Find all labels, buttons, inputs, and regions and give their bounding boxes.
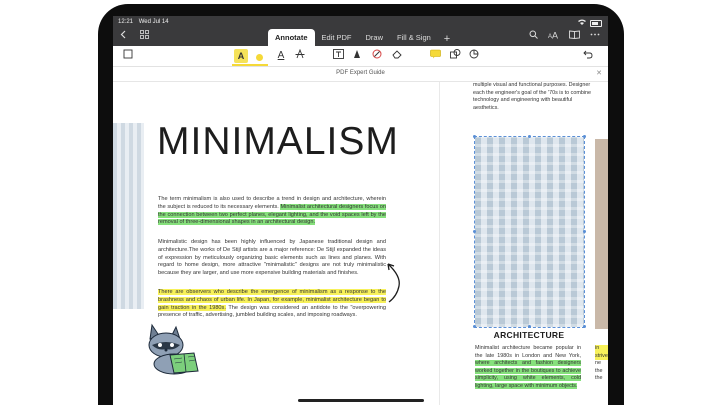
pen-icon[interactable] <box>350 49 364 64</box>
ipad-screen: 12:21 Wed Jul 14 Annotate Edit PDF Draw … <box>113 16 608 405</box>
more-icon[interactable] <box>590 30 600 41</box>
resize-handle[interactable] <box>473 230 476 233</box>
mode-tabs: Annotate Edit PDF Draw Fill & Sign + <box>268 27 456 46</box>
page-title: MINIMALISM <box>157 120 399 163</box>
color-dot-icon[interactable] <box>256 54 263 61</box>
building-image-left <box>113 123 144 309</box>
status-icons <box>578 19 602 27</box>
reader-icon[interactable] <box>569 30 580 41</box>
edge-line: strive <box>595 352 608 361</box>
right-page-top-text[interactable]: multiple visual and functional purposes.… <box>473 82 599 112</box>
status-bar: 12:21 Wed Jul 14 <box>118 19 173 25</box>
green-highlight-right[interactable]: where architects and fashion designers w… <box>475 360 581 389</box>
document-title: PDF Expert Guide <box>336 70 385 76</box>
section-heading: ARCHITECTURE <box>493 330 565 340</box>
strikeout-icon[interactable] <box>293 48 307 64</box>
edge-line: the <box>595 375 603 382</box>
document-title-bar: PDF Expert Guide ✕ <box>113 67 608 82</box>
pdf-spread[interactable]: MINIMALISM The term minimalism is also u… <box>113 82 608 405</box>
selected-building-image[interactable] <box>474 136 585 328</box>
edge-line: the <box>595 367 603 374</box>
grid-icon[interactable] <box>140 30 149 42</box>
back-icon[interactable] <box>120 30 127 42</box>
status-date: Wed Jul 14 <box>138 19 169 25</box>
text-size-icon[interactable]: AA <box>548 30 559 41</box>
image-texture <box>475 137 584 327</box>
architecture-paragraph[interactable]: Minimalist architecture became popular i… <box>475 345 581 391</box>
paragraph-3[interactable]: There are observers who describe the eme… <box>158 289 386 320</box>
page-divider <box>439 82 440 405</box>
select-icon[interactable] <box>121 49 135 64</box>
top-bar: 12:21 Wed Jul 14 Annotate Edit PDF Draw … <box>113 16 608 46</box>
eraser-icon[interactable] <box>390 49 404 64</box>
sticker-icon[interactable] <box>467 49 481 64</box>
textbox-icon[interactable] <box>331 49 345 64</box>
edge-line: ne <box>595 360 601 367</box>
wifi-icon <box>578 19 586 27</box>
resize-handle[interactable] <box>528 325 531 328</box>
svg-text:A: A <box>552 31 558 40</box>
right-nav: AA <box>529 30 600 41</box>
stamp-icon[interactable] <box>370 49 384 64</box>
shapes-icon[interactable] <box>448 49 462 64</box>
underline-text-icon[interactable]: A <box>274 49 288 63</box>
next-page-text-edge: in strive ne the the <box>595 345 608 383</box>
tab-draw[interactable]: Draw <box>359 29 391 46</box>
resize-handle[interactable] <box>583 135 586 138</box>
tab-edit-pdf[interactable]: Edit PDF <box>315 29 359 46</box>
search-icon[interactable] <box>529 30 538 41</box>
comment-icon[interactable] <box>428 49 442 64</box>
status-time: 12:21 <box>118 19 134 25</box>
paragraph-2[interactable]: Minimalistic design has been highly infl… <box>158 239 386 278</box>
resize-handle[interactable] <box>473 325 476 328</box>
resize-handle[interactable] <box>528 135 531 138</box>
architecture-paragraph-text: Minimalist architecture became popular i… <box>475 345 581 359</box>
undo-icon[interactable] <box>581 49 595 64</box>
active-tool-indicator <box>232 64 268 66</box>
paragraph-1[interactable]: The term minimalism is also used to desc… <box>158 196 386 227</box>
tab-fill-sign[interactable]: Fill & Sign <box>390 29 438 46</box>
raccoon-sticker[interactable] <box>144 319 206 382</box>
resize-handle[interactable] <box>583 325 586 328</box>
resize-handle[interactable] <box>473 135 476 138</box>
battery-icon <box>590 19 602 27</box>
edge-line: in <box>595 345 608 353</box>
add-tab-icon[interactable]: + <box>438 32 456 46</box>
drawn-arrow-annotation[interactable] <box>385 262 403 309</box>
home-indicator[interactable] <box>298 399 424 402</box>
close-icon[interactable]: ✕ <box>596 69 602 77</box>
tab-annotate[interactable]: Annotate <box>268 29 315 46</box>
next-page-image-edge <box>595 139 608 329</box>
highlight-icon[interactable]: A <box>234 49 248 63</box>
resize-handle[interactable] <box>583 230 586 233</box>
annotation-toolbar: A A <box>113 46 608 67</box>
